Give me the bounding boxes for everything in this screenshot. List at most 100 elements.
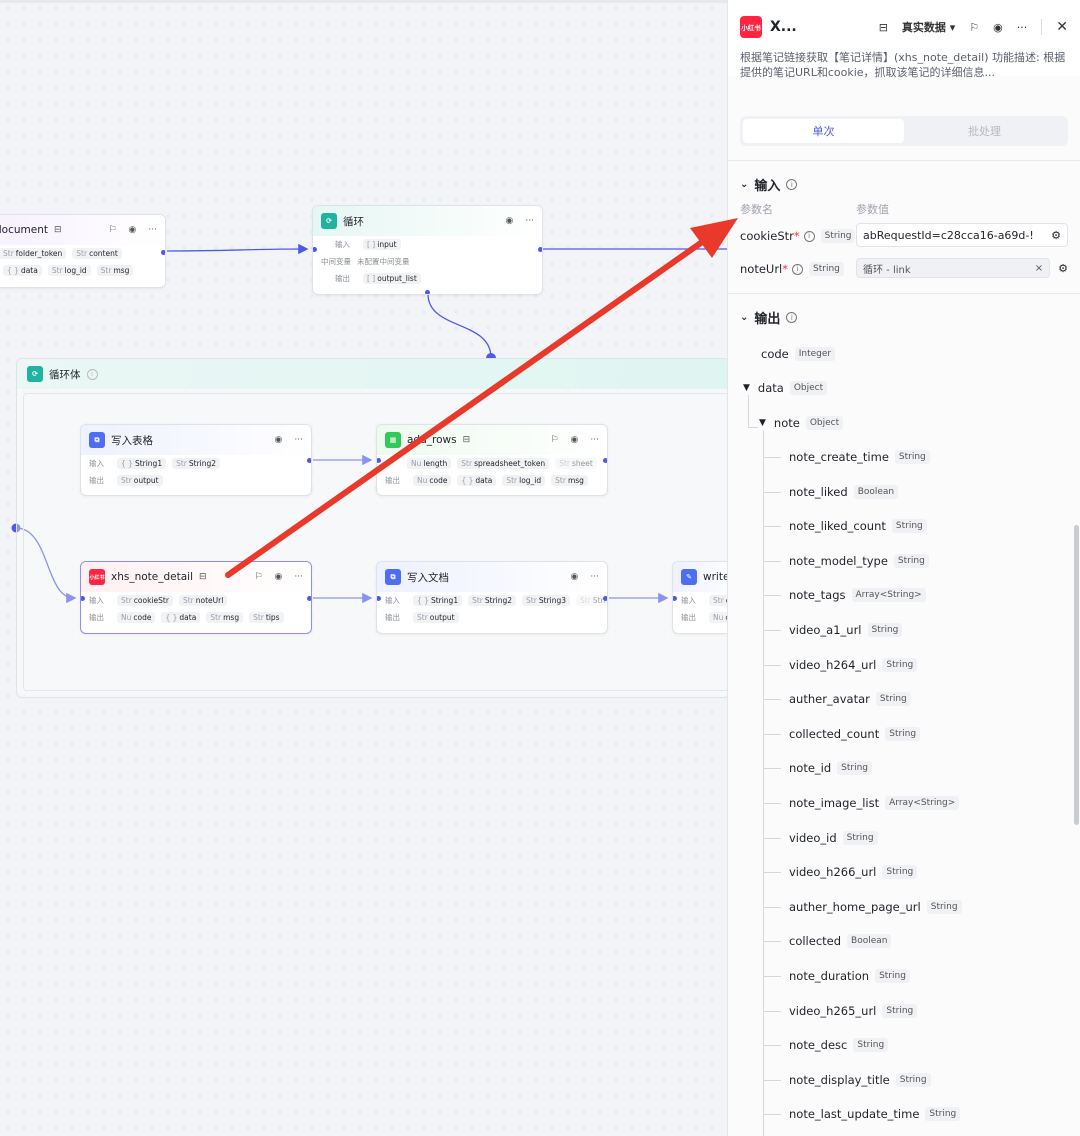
node-add-rows[interactable]: ▦ add_rows ⊟ ⚐ ◉ ··· Nu length Str spreads… [376,424,608,496]
output-port[interactable] [307,458,311,463]
more-icon[interactable]: ··· [294,435,303,445]
output-item-code: code Integer [761,344,836,364]
run-icon[interactable]: ◉ [275,572,283,582]
input-section-title: 输入 [754,179,781,194]
ref-chip[interactable]: 循环 - link × [856,258,1051,278]
row-label: 输出 [89,476,104,485]
run-icon[interactable]: ◉ [571,435,579,445]
input-section-header[interactable]: ⌄ 输入 i [740,175,798,194]
more-icon[interactable]: ··· [525,216,534,226]
output-port[interactable] [307,596,311,601]
debug-icon[interactable]: ⚐ [550,435,558,445]
chip-name: msg [567,476,584,485]
save-icon[interactable]: ⊟ [54,225,62,235]
debug-icon[interactable]: ⚐ [108,225,116,235]
body-port[interactable] [425,290,430,294]
output-type: String [875,969,910,983]
output-item-data[interactable]: ▼ data Object [743,378,828,398]
tree-line [763,491,781,493]
output-section-header[interactable]: ⌄ 输出 i [740,308,798,327]
param-type: String [809,262,844,276]
param-row-cookiestr: cookieStr * i String abRequestId=c28cca1… [740,223,1068,247]
run-icon[interactable]: ◉ [275,435,283,445]
input-port[interactable] [81,596,85,601]
output-section-title: 输出 [754,312,781,327]
input-port[interactable] [377,596,381,601]
settings-icon[interactable]: ⚙ [1051,229,1061,242]
output-name: note_duration [789,969,870,983]
tree-line [763,768,781,770]
node-document[interactable]: document ⊟ ⚐ ◉ ··· Str folder_token Str co… [0,214,166,288]
chevron-down-icon: ⌄ [740,179,749,190]
tab-single[interactable]: 单次 [743,119,904,143]
panel-tools: ⊟ 真实数据 ▾ ⚐ ◉ ··· ✕ [879,19,1068,35]
input-port[interactable] [313,247,317,252]
debug-icon[interactable]: ⚐ [254,572,262,582]
chip-type: Str [121,596,132,605]
caret-down-icon[interactable]: ▼ [759,418,766,428]
save-icon[interactable]: ⊟ [199,572,207,582]
chip-name: log_id [64,266,87,275]
note-field-item: note_create_time String [789,447,930,467]
noteurl-input[interactable]: 循环 - link × ⚙ [856,256,1068,280]
output-port[interactable] [603,458,607,463]
row-label: 输入 [89,596,104,605]
debug-icon[interactable]: ⚐ [969,21,979,34]
more-icon[interactable]: ··· [590,435,599,445]
output-name: note_display_title [789,1072,890,1087]
output-port[interactable] [161,250,165,255]
cookiestr-input[interactable]: abRequestId=c28cca16-a69d-! ⚙ [856,223,1068,247]
panel-header: 小红书 X... ⊟ 真实数据 ▾ ⚐ ◉ ··· ✕ 根据笔记链接获取【笔记详… [728,0,1080,79]
run-icon[interactable]: ◉ [506,216,514,226]
tab-batch[interactable]: 批处理 [904,119,1065,143]
note-field-item: note_liked_count String [789,516,927,536]
more-icon[interactable]: ··· [148,225,157,235]
output-type: String [867,623,903,637]
run-icon[interactable]: ◉ [129,225,137,235]
info-icon[interactable]: i [786,312,798,323]
note-field-item: auther_avatar String [789,689,911,709]
output-name: video_a1_url [789,623,862,637]
save-icon[interactable]: ⊟ [463,435,471,445]
node-write-sheet[interactable]: ⧉ 写入表格 ◉ ··· 输入 { } String1 Str String2 输出… [80,424,312,496]
mode-select[interactable]: 真实数据 ▾ [902,19,955,35]
output-port[interactable] [603,596,607,601]
more-icon[interactable]: ··· [294,572,303,582]
caret-down-icon[interactable]: ▼ [743,383,750,393]
node-xhs-note-detail[interactable]: 小红书 xhs_note_detail ⊟ ⚐ ◉ ··· 输入 Str cook… [80,561,312,634]
node-write-doc[interactable]: ⧉ 写入文档 ◉ ··· 输入 { } String1 Str String2 St… [376,561,608,634]
node-loop[interactable]: ⟳ 循环 ◉ ··· 输入 [ ] input 中间变量 未配置中间变量 输出 [… [312,205,543,295]
input-port[interactable] [673,596,677,601]
run-icon[interactable]: ◉ [993,21,1003,34]
loop-body-container[interactable]: ⟳ 循环体 i [16,358,730,698]
output-port[interactable] [538,247,542,252]
node-xhs-title: xhs_note_detail [111,571,194,583]
info-icon[interactable]: i [792,263,803,275]
save-icon[interactable]: ⊟ [879,21,888,34]
info-icon[interactable]: i [786,179,798,190]
run-icon[interactable]: ◉ [571,572,579,582]
close-icon[interactable]: ✕ [1056,19,1068,35]
output-type: String [891,519,927,534]
param-name: cookieStr [740,229,794,243]
output-item-note[interactable]: ▼ note Object [759,413,844,433]
node-tools: ◉ ··· [571,572,599,582]
settings-icon[interactable]: ⚙ [1058,262,1068,275]
tree-line [763,1114,781,1116]
input-port[interactable] [377,458,381,463]
info-icon[interactable]: i [86,368,98,380]
info-icon[interactable]: i [803,230,815,242]
chip-name: code [133,613,152,622]
chip: { } data [457,475,497,486]
chip-type: [ ] [367,240,376,249]
tree-line [763,699,781,701]
tree-line [763,526,781,528]
more-icon[interactable]: ··· [590,572,599,582]
clear-icon[interactable]: × [1035,263,1043,274]
more-icon[interactable]: ··· [1017,21,1028,34]
panel-scrollbar[interactable] [1074,525,1079,825]
tree-line [763,837,781,839]
node-add-rows-header: ▦ add_rows ⊟ ⚐ ◉ ··· [377,425,607,455]
note-field-item: video_h265_url String [789,1001,918,1021]
tree-line [763,872,781,874]
